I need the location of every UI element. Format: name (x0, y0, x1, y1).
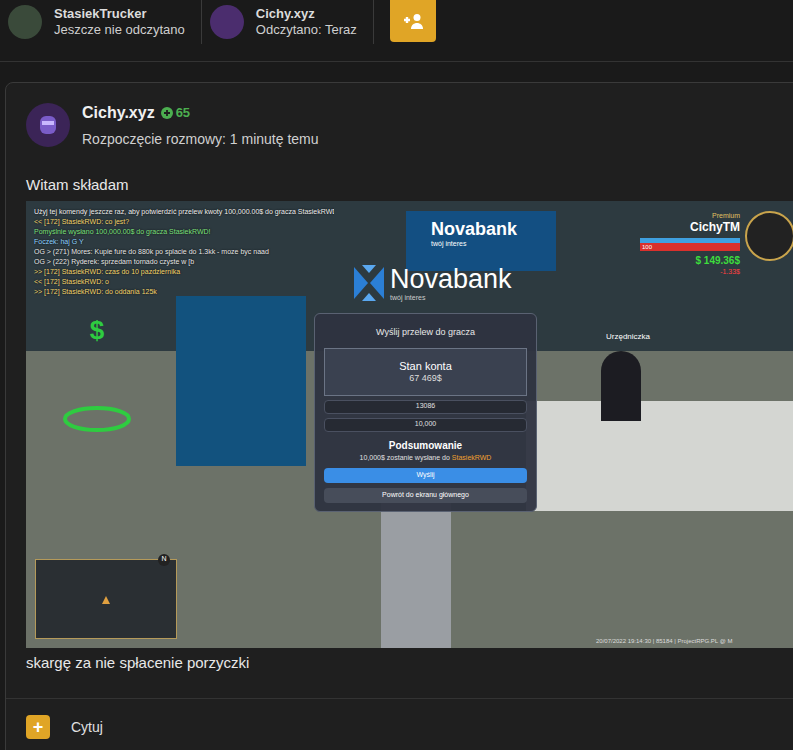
avatar-icon (8, 5, 42, 39)
hud-player: CichyTM (690, 220, 740, 234)
counter-desk (526, 401, 793, 511)
participant[interactable]: StasiekTruckerJeszcze nie odczytano (0, 0, 202, 44)
dollar-icon: $ (90, 316, 104, 344)
chat-line: OG > (222) Ryderek: sprzedam tornado czy… (34, 257, 334, 267)
dialog-button[interactable]: Wyślij (324, 468, 527, 483)
participant-info: Cichy.xyzOdczytano: Teraz (256, 6, 357, 38)
participant-name: Cichy.xyz (256, 6, 357, 22)
summary-target: StasiekRWD (452, 454, 492, 461)
post-text: Witam składam (6, 174, 793, 197)
hud: PremiumCichyTM 100 $ 149.36$-1.33$ (626, 209, 793, 289)
logo-tagline: twój interes (390, 294, 512, 302)
dialog-button[interactable]: Powrót do ekranu głównego (324, 488, 527, 503)
money-pickup: $ (62, 316, 132, 434)
player-avatar-icon (745, 211, 793, 261)
npc-label: Urzędniczka (606, 331, 650, 343)
game-chat: Użyj tej komendy jeszcze raz, aby potwie… (34, 207, 334, 297)
participants-bar: StasiekTruckerJeszcze nie odczytano Cichy… (0, 0, 793, 62)
participant-info: StasiekTruckerJeszcze nie odczytano (54, 6, 185, 38)
north-marker: N (158, 554, 170, 566)
author-row: Cichy.xyz 65 (82, 101, 319, 125)
dialog-field[interactable]: 13086 (324, 400, 527, 414)
summary-text: 10,000$ zostanie wysłane do StasiekRWD (324, 453, 527, 463)
hud-change: -1.33$ (720, 267, 740, 276)
logo-text: Novabanktwój interes (390, 264, 512, 302)
bank-logo: Novabanktwój interes (352, 263, 512, 303)
dialog-title: Wyślij przelew do gracza (324, 326, 527, 338)
health-value: 100 (640, 243, 652, 251)
participant-status: Jeszcze nie odczytano (54, 22, 185, 38)
novabank-logo-icon (352, 263, 386, 303)
summary-amount: 10,000$ zostanie wysłane do (360, 454, 450, 461)
post-divider (6, 698, 793, 699)
counter-panel (176, 296, 306, 466)
chat-line: Użyj tej komendy jeszcze raz, aby potwie… (34, 207, 334, 217)
reputation-count: 65 (176, 103, 190, 123)
npc-figure (601, 351, 641, 421)
transfer-dialog: Wyślij przelew do gracza Stan konta67 469… (314, 313, 537, 512)
author-avatar-icon (26, 103, 70, 147)
pickup-ring-icon (62, 404, 132, 434)
logo-name: Novabank (390, 264, 512, 294)
participant[interactable]: Cichy.xyzOdczytano: Teraz (202, 0, 374, 44)
author-info: Cichy.xyz 65 Rozpoczęcie rozmowy: 1 minutę… (82, 99, 319, 150)
summary-title: Podsumowanie (324, 440, 527, 452)
hooded-figure-icon (33, 110, 63, 140)
reputation: 65 (161, 103, 190, 123)
chat-line: << [172] StasiekRWD: co jest? (34, 217, 334, 227)
post-text: skargę za nie spłacenie porzyczki (6, 652, 793, 675)
chat-line: << [172] StasiekRWD: o (34, 277, 334, 287)
participant-name: StasiekTrucker (54, 6, 185, 22)
quote-button[interactable]: + (26, 715, 50, 739)
plus-icon (161, 107, 173, 119)
health-bar: 100 (640, 243, 740, 251)
balance-value: 67 469$ (409, 373, 442, 384)
post-header: Cichy.xyz 65 Rozpoczęcie rozmowy: 1 minutę… (6, 99, 793, 150)
wall-logo: Novabanktwój interes (431, 219, 517, 248)
screenshot-stamp: 20/07/2022 19:14:30 | 85184 | ProjectRPG… (596, 637, 732, 645)
quote-label[interactable]: Cytuj (71, 717, 103, 738)
player-arrow-icon (102, 596, 110, 604)
post-actions: + Cytuj (6, 699, 793, 739)
chat-line: >> [172] StasiekRWD: czas do 10 pazdzier… (34, 267, 334, 277)
participant-status: Odczytano: Teraz (256, 22, 357, 38)
add-user-button[interactable] (390, 0, 436, 42)
avatar-icon (210, 5, 244, 39)
logo-tagline: twój interes (431, 239, 517, 248)
chat-line: Pomyślnie wysłano 100,000.00$ do gracza … (34, 227, 334, 237)
chat-line: OG > (271) Mores: Kupie fure do 880k po … (34, 247, 334, 257)
logo-name: Novabank (431, 219, 517, 239)
minimap: N (35, 559, 177, 639)
dialog-field[interactable]: 10,000 (324, 418, 527, 432)
hud-info: PremiumCichyTM 100 $ 149.36$-1.33$ (626, 211, 740, 276)
chat-line: >> [172] StasiekRWD: do oddania 125k (34, 287, 334, 297)
hud-money: $ 149.36$ (696, 254, 741, 267)
game-screenshot: Novabanktwój interesNovabanktwój interes… (26, 201, 793, 648)
hud-rank: Premium (712, 211, 740, 220)
balance-box: Stan konta67 469$ (324, 348, 527, 396)
chat-line: Foczek: haj G Y (34, 237, 334, 247)
player-figure (381, 501, 451, 648)
add-user-icon (402, 13, 424, 29)
balance-label: Stan konta (399, 360, 452, 373)
post-card: Cichy.xyz 65 Rozpoczęcie rozmowy: 1 minutę… (5, 82, 793, 750)
author-name[interactable]: Cichy.xyz (82, 101, 155, 125)
post-meta: Rozpoczęcie rozmowy: 1 minutę temu (82, 129, 319, 150)
